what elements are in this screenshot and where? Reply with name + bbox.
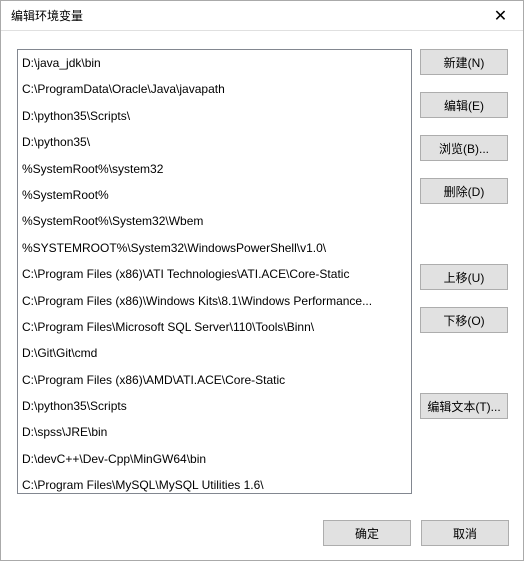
list-item[interactable]: D:\python35\ bbox=[18, 129, 411, 155]
list-item[interactable]: D:\Git\Git\cmd bbox=[18, 340, 411, 366]
list-item[interactable]: %SystemRoot% bbox=[18, 182, 411, 208]
list-item[interactable]: C:\Program Files (x86)\AMD\ATI.ACE\Core-… bbox=[18, 367, 411, 393]
list-item[interactable]: C:\Program Files (x86)\ATI Technologies\… bbox=[18, 261, 411, 287]
close-icon: ✕ bbox=[494, 6, 507, 26]
titlebar: 编辑环境变量 ✕ bbox=[1, 1, 523, 31]
close-button[interactable]: ✕ bbox=[478, 1, 523, 31]
list-item[interactable]: D:\devC++\Dev-Cpp\MinGW64\bin bbox=[18, 446, 411, 472]
list-item[interactable]: D:\spss\JRE\bin bbox=[18, 419, 411, 445]
browse-button[interactable]: 浏览(B)... bbox=[420, 135, 508, 161]
ok-button[interactable]: 确定 bbox=[323, 520, 411, 546]
list-item[interactable]: C:\ProgramData\Oracle\Java\javapath bbox=[18, 76, 411, 102]
dialog-footer: 确定 取消 bbox=[1, 510, 523, 560]
delete-button[interactable]: 删除(D) bbox=[420, 178, 508, 204]
list-item[interactable]: D:\python35\Scripts\ bbox=[18, 103, 411, 129]
dialog-window: 编辑环境变量 ✕ D:\java_jdk\binC:\ProgramData\O… bbox=[0, 0, 524, 561]
list-item[interactable]: %SystemRoot%\system32 bbox=[18, 156, 411, 182]
list-item[interactable]: D:\java_jdk\bin bbox=[18, 50, 411, 76]
list-item[interactable]: C:\Program Files\Microsoft SQL Server\11… bbox=[18, 314, 411, 340]
list-item[interactable]: %SYSTEMROOT%\System32\WindowsPowerShell\… bbox=[18, 235, 411, 261]
move-up-button[interactable]: 上移(U) bbox=[420, 264, 508, 290]
dialog-body: D:\java_jdk\binC:\ProgramData\Oracle\Jav… bbox=[1, 31, 523, 510]
new-button[interactable]: 新建(N) bbox=[420, 49, 508, 75]
window-title: 编辑环境变量 bbox=[11, 7, 83, 24]
path-listbox[interactable]: D:\java_jdk\binC:\ProgramData\Oracle\Jav… bbox=[17, 49, 412, 494]
edit-button[interactable]: 编辑(E) bbox=[420, 92, 508, 118]
list-item[interactable]: D:\python35\Scripts bbox=[18, 393, 411, 419]
move-down-button[interactable]: 下移(O) bbox=[420, 307, 508, 333]
list-item[interactable]: %SystemRoot%\System32\Wbem bbox=[18, 208, 411, 234]
button-column: 新建(N) 编辑(E) 浏览(B)... 删除(D) 上移(U) 下移(O) 编… bbox=[420, 49, 508, 500]
edit-text-button[interactable]: 编辑文本(T)... bbox=[420, 393, 508, 419]
list-item[interactable]: C:\Program Files (x86)\Windows Kits\8.1\… bbox=[18, 288, 411, 314]
cancel-button[interactable]: 取消 bbox=[421, 520, 509, 546]
list-item[interactable]: C:\Program Files\MySQL\MySQL Utilities 1… bbox=[18, 472, 411, 494]
